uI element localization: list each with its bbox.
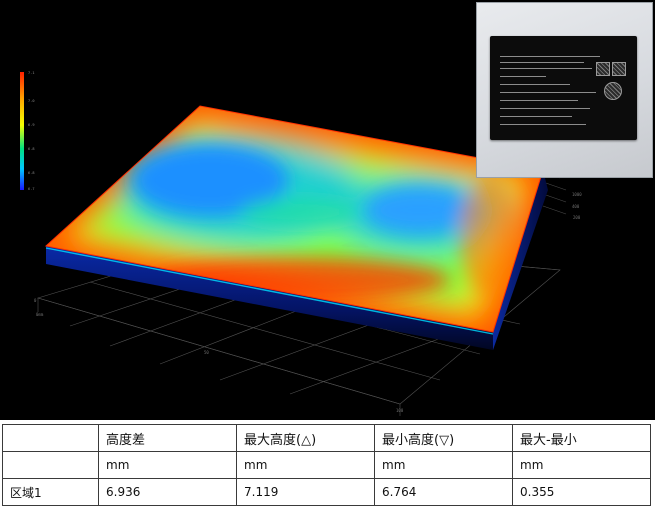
svg-text:7.0: 7.0 <box>28 99 35 103</box>
value-min-height: 6.764 <box>374 478 513 506</box>
svg-text:0: 0 <box>34 298 37 303</box>
svg-text:100: 100 <box>396 408 404 413</box>
header-max-height: 最大高度(△) <box>236 424 375 452</box>
value-max-minus-min: 0.355 <box>512 478 651 506</box>
svg-text:6.9: 6.9 <box>28 123 35 127</box>
unit-cell: mm <box>374 451 513 479</box>
nameplate-photo-inset <box>476 2 653 178</box>
svg-text:6.8: 6.8 <box>28 147 35 151</box>
value-max-height: 7.119 <box>236 478 375 506</box>
table-header-row: 高度差 最大高度(△) 最小高度(▽) 最大-最小 <box>2 424 651 452</box>
svg-text:200: 200 <box>573 215 581 220</box>
header-height-difference: 高度差 <box>98 424 237 452</box>
header-max-minus-min: 最大-最小 <box>512 424 651 452</box>
table-row: 区域1 6.936 7.119 6.764 0.355 <box>2 478 651 506</box>
svg-text:50: 50 <box>204 350 209 355</box>
svg-text:0mm: 0mm <box>36 312 44 317</box>
svg-text:6.8: 6.8 <box>28 171 35 175</box>
svg-text:400: 400 <box>572 204 580 209</box>
value-height-difference: 6.936 <box>98 478 237 506</box>
legend-tick-labels: 7.1 7.0 6.9 6.8 6.8 6.7 <box>28 71 35 191</box>
nameplate-icon <box>490 36 637 140</box>
row-label-region: 区域1 <box>2 478 99 506</box>
height-map-viewport[interactable]: 0 0mm 50 100 1000 400 200 7.1 7.0 6.9 6.… <box>0 0 655 420</box>
table-units-row: mm mm mm mm <box>2 451 651 479</box>
measurement-results-table: 高度差 最大高度(△) 最小高度(▽) 最大-最小 mm mm mm mm 区域… <box>2 424 651 506</box>
unit-cell: mm <box>236 451 375 479</box>
unit-cell: mm <box>512 451 651 479</box>
unit-cell-blank <box>2 451 99 479</box>
color-scale-legend <box>20 72 24 190</box>
svg-text:1000: 1000 <box>572 192 582 197</box>
header-min-height: 最小高度(▽) <box>374 424 513 452</box>
svg-text:6.7: 6.7 <box>28 187 35 191</box>
svg-text:7.1: 7.1 <box>28 71 35 75</box>
header-cell-blank <box>2 424 99 452</box>
unit-cell: mm <box>98 451 237 479</box>
